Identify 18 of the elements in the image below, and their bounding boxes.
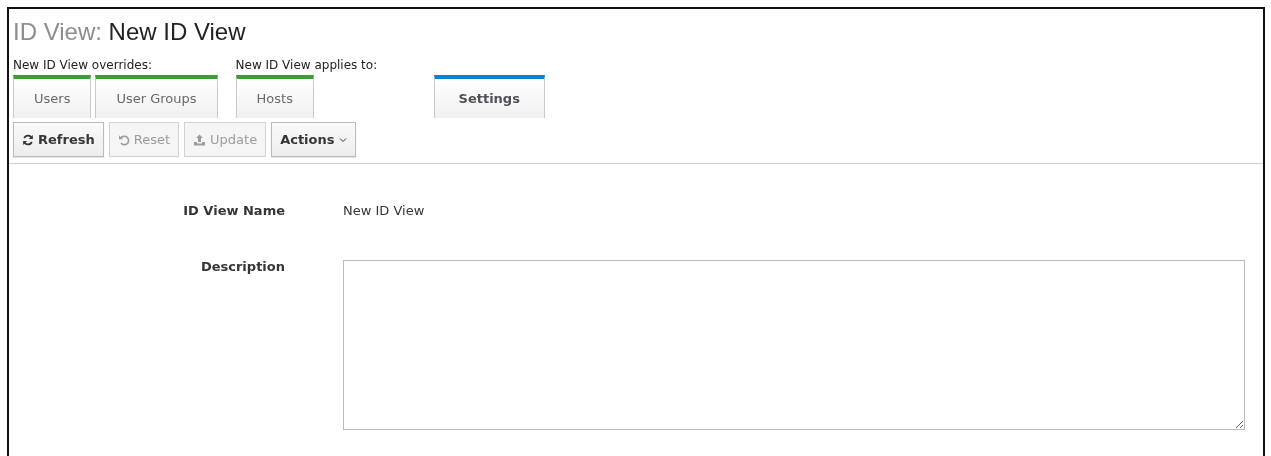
- field-value: New ID View: [343, 202, 425, 220]
- refresh-icon: [22, 133, 34, 146]
- field-label: ID View Name: [182, 202, 285, 220]
- tab-group-label: New ID View applies to:: [235, 57, 379, 73]
- page-title-prefix: ID View:: [13, 18, 102, 45]
- toolbar-button[interactable]: Actions: [271, 122, 356, 157]
- tab[interactable]: Settings: [433, 75, 545, 118]
- upload-icon: [193, 133, 207, 146]
- tab[interactable]: Users: [13, 75, 92, 118]
- tab[interactable]: Hosts: [235, 75, 314, 118]
- description-field[interactable]: [343, 260, 1245, 430]
- page-title: New ID View: [108, 18, 246, 45]
- caret-icon: [338, 136, 347, 143]
- field-label: Description: [199, 258, 285, 276]
- tab-group-label: New ID View overrides:: [13, 57, 153, 73]
- toolbar-button[interactable]: Refresh: [13, 122, 104, 157]
- undo-icon: [117, 133, 130, 146]
- tab[interactable]: User Groups: [95, 75, 218, 118]
